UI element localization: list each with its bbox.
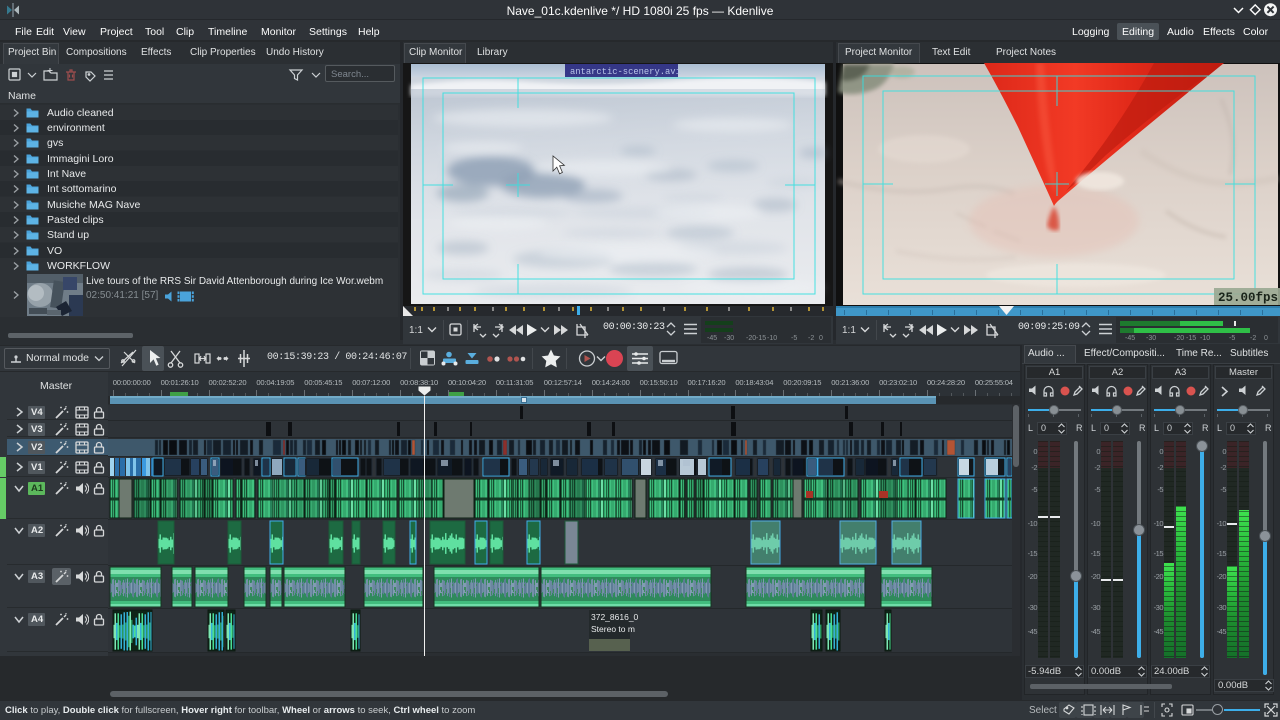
svg-text:1:1: 1:1 — [842, 325, 856, 336]
svg-text:1:1: 1:1 — [409, 325, 423, 336]
svg-text:antarctic-scenery.avi: antarctic-scenery.avi — [570, 67, 681, 77]
svg-text:25.00fps: 25.00fps — [1218, 291, 1278, 305]
